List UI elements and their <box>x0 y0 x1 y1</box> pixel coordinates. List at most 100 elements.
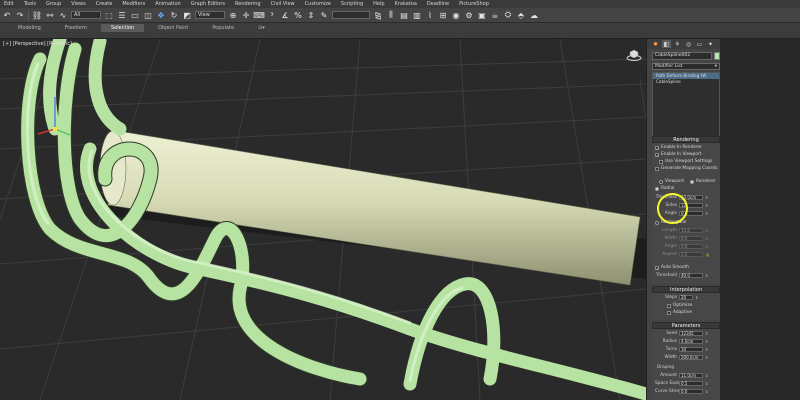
spinner-icon[interactable]: ⇕ <box>705 355 708 360</box>
ribbon-tab-selection[interactable]: Selection <box>101 23 145 32</box>
enable-in-renderer-checkbox[interactable]: ✓ <box>655 145 659 150</box>
snaps-toggle-icon[interactable]: ³ <box>267 10 277 20</box>
viewport-label[interactable]: [+] [Perspective] [Realistic] <box>3 41 72 47</box>
menu-item-graph-editors[interactable]: Graph Editors <box>191 0 225 8</box>
modify-tab-icon[interactable]: ◧ <box>662 40 671 48</box>
viewport-radio[interactable] <box>659 179 663 184</box>
render-production-icon[interactable]: ⛭ <box>503 10 513 20</box>
generate-mapping-checkbox[interactable] <box>655 166 659 171</box>
named-selection-icon[interactable]: ✎ <box>319 10 329 20</box>
pivot-center-icon[interactable]: ⊕ <box>228 10 238 20</box>
spinner-icon[interactable]: ⇕ <box>705 389 708 394</box>
space-easing-input[interactable]: 0.5 <box>679 381 703 386</box>
redo-icon[interactable]: ↷ <box>15 10 25 20</box>
mirror-icon[interactable]: ⧎ <box>373 10 383 20</box>
menu-item-help[interactable]: Help <box>373 0 384 8</box>
menu-item-pictureshop[interactable]: PictureShop <box>459 0 489 8</box>
menu-item-customize[interactable]: Customize <box>305 0 331 8</box>
undo-icon[interactable]: ↶ <box>2 10 12 20</box>
aspect-input[interactable]: 2.5 <box>679 252 703 257</box>
motion-tab-icon[interactable]: ◎ <box>684 40 693 48</box>
radius-input[interactable]: 4.0cm <box>679 339 703 344</box>
adaptive-row[interactable]: Adaptive <box>667 310 692 315</box>
ribbon-tab-modeling[interactable]: Modeling <box>8 24 51 32</box>
spinner-icon[interactable]: ⇕ <box>705 273 708 278</box>
rendered-frame-icon[interactable]: ▣ <box>477 10 487 20</box>
auto-smooth-row[interactable]: ✓ Auto Smooth <box>655 265 689 270</box>
menu-item-views[interactable]: Views <box>71 0 85 8</box>
menu-item-animation[interactable]: Animation <box>155 0 181 8</box>
select-move-icon[interactable]: ✥ <box>156 10 166 20</box>
interpolation-rollout-header[interactable]: Interpolation <box>652 286 720 293</box>
auto-smooth-checkbox[interactable]: ✓ <box>655 265 659 270</box>
select-rotate-icon[interactable]: ↻ <box>169 10 179 20</box>
stack-item-cablespline[interactable]: CableSpline <box>653 79 719 85</box>
curve-editor-icon[interactable]: ⌇ <box>425 10 435 20</box>
link-icon[interactable]: ⛓ <box>32 10 42 20</box>
curve-strength-input[interactable]: 0.0 <box>679 389 703 394</box>
menu-item-tools[interactable]: Tools <box>24 0 36 8</box>
spinner-icon[interactable]: ⇕ <box>705 381 708 386</box>
ribbon-options-icon[interactable]: ⊙▾ <box>248 24 275 32</box>
render-icon[interactable]: ☕ <box>490 10 500 20</box>
material-editor-icon[interactable]: ◉ <box>451 10 461 20</box>
enable-in-viewport-checkbox[interactable]: ✓ <box>655 152 659 157</box>
use-viewport-settings-row[interactable]: Use Viewport Settings <box>659 159 712 164</box>
radial-radio-row[interactable]: Radial <box>655 186 674 191</box>
window-crossing-icon[interactable]: ◫ <box>143 10 153 20</box>
rendering-rollout-header[interactable]: Rendering <box>652 136 720 143</box>
modifier-list-dropdown[interactable]: Modifier List ▾ <box>652 63 720 70</box>
menu-item-krakatoa[interactable]: Krakatoa <box>395 0 417 8</box>
render-online-icon[interactable]: ☁ <box>529 10 539 20</box>
display-tab-icon[interactable]: ▭ <box>695 40 704 48</box>
perspective-viewport[interactable]: [+] [Perspective] [Realistic] <box>0 39 646 400</box>
active-shade-icon[interactable]: ⬘ <box>516 10 526 20</box>
selection-filter-dropdown[interactable]: All <box>71 11 101 19</box>
menu-item-deadline[interactable]: Deadline <box>427 0 449 8</box>
layer-manager-icon[interactable]: ▤ <box>399 10 409 20</box>
select-by-name-icon[interactable]: ☰ <box>117 10 127 20</box>
menu-item-edit[interactable]: Edit <box>4 0 14 8</box>
utilities-tab-icon[interactable]: ✦ <box>706 40 715 48</box>
spinner-icon[interactable]: ⇕ <box>705 331 708 336</box>
amount-input[interactable]: 11.0cm <box>679 373 703 378</box>
spinner-icon[interactable]: ⇕ <box>705 244 708 249</box>
threshold-input[interactable]: 40.0 <box>679 273 703 278</box>
spinner-icon[interactable]: ⇕ <box>705 236 708 241</box>
spinner-snap-icon[interactable]: ⇕ <box>306 10 316 20</box>
create-tab-icon[interactable]: ✹ <box>651 40 660 48</box>
viewcube-icon[interactable] <box>626 49 642 61</box>
enable-in-viewport-row[interactable]: ✓ Enable In Viewport <box>655 152 701 157</box>
bind-space-warp-icon[interactable]: ∿ <box>58 10 68 20</box>
ribbon-tab-object-paint[interactable]: Object Paint <box>148 24 198 32</box>
width-param-input[interactable]: 200.0cm <box>679 355 703 360</box>
select-scale-icon[interactable]: ◩ <box>182 10 192 20</box>
parameters-rollout-header[interactable]: Parameters <box>652 322 720 329</box>
schematic-view-icon[interactable]: ⊞ <box>438 10 448 20</box>
object-name-field[interactable]: CableSpline002 <box>652 52 712 60</box>
spinner-icon[interactable]: ⇕ <box>705 195 708 200</box>
render-setup-icon[interactable]: ⚙ <box>464 10 474 20</box>
width-input[interactable]: 6.0 <box>679 236 703 241</box>
rect-selection-icon[interactable]: ▭ <box>130 10 140 20</box>
unlink-icon[interactable]: ⚯ <box>45 10 55 20</box>
turns-input[interactable]: 10 <box>679 347 703 352</box>
ribbon-tab-populate[interactable]: Populate <box>202 24 244 32</box>
generate-mapping-row[interactable]: Generate Mapping Coords. <box>655 166 719 171</box>
select-object-icon[interactable]: ⬚ <box>104 10 114 20</box>
optimize-row[interactable]: Optimize <box>667 303 692 308</box>
menu-item-scripting[interactable]: Scripting <box>341 0 363 8</box>
angle2-input[interactable]: 0.0 <box>679 244 703 249</box>
ribbon-toggle-icon[interactable]: ▥ <box>412 10 422 20</box>
spinner-icon[interactable]: ⇕ <box>705 228 708 233</box>
menu-item-civil-view[interactable]: Civil View <box>271 0 295 8</box>
renderer-radio[interactable] <box>690 179 695 184</box>
enable-in-renderer-row[interactable]: ✓ Enable In Renderer <box>655 145 702 150</box>
menu-item-rendering[interactable]: Rendering <box>235 0 261 8</box>
angle-snap-icon[interactable]: ∡ <box>280 10 290 20</box>
adaptive-checkbox[interactable] <box>667 310 671 315</box>
steps-input[interactable]: 20 <box>679 295 693 300</box>
optimize-checkbox[interactable] <box>667 303 671 308</box>
rectangular-radio[interactable] <box>655 220 659 225</box>
spinner-icon[interactable]: ⇕ <box>705 339 708 344</box>
